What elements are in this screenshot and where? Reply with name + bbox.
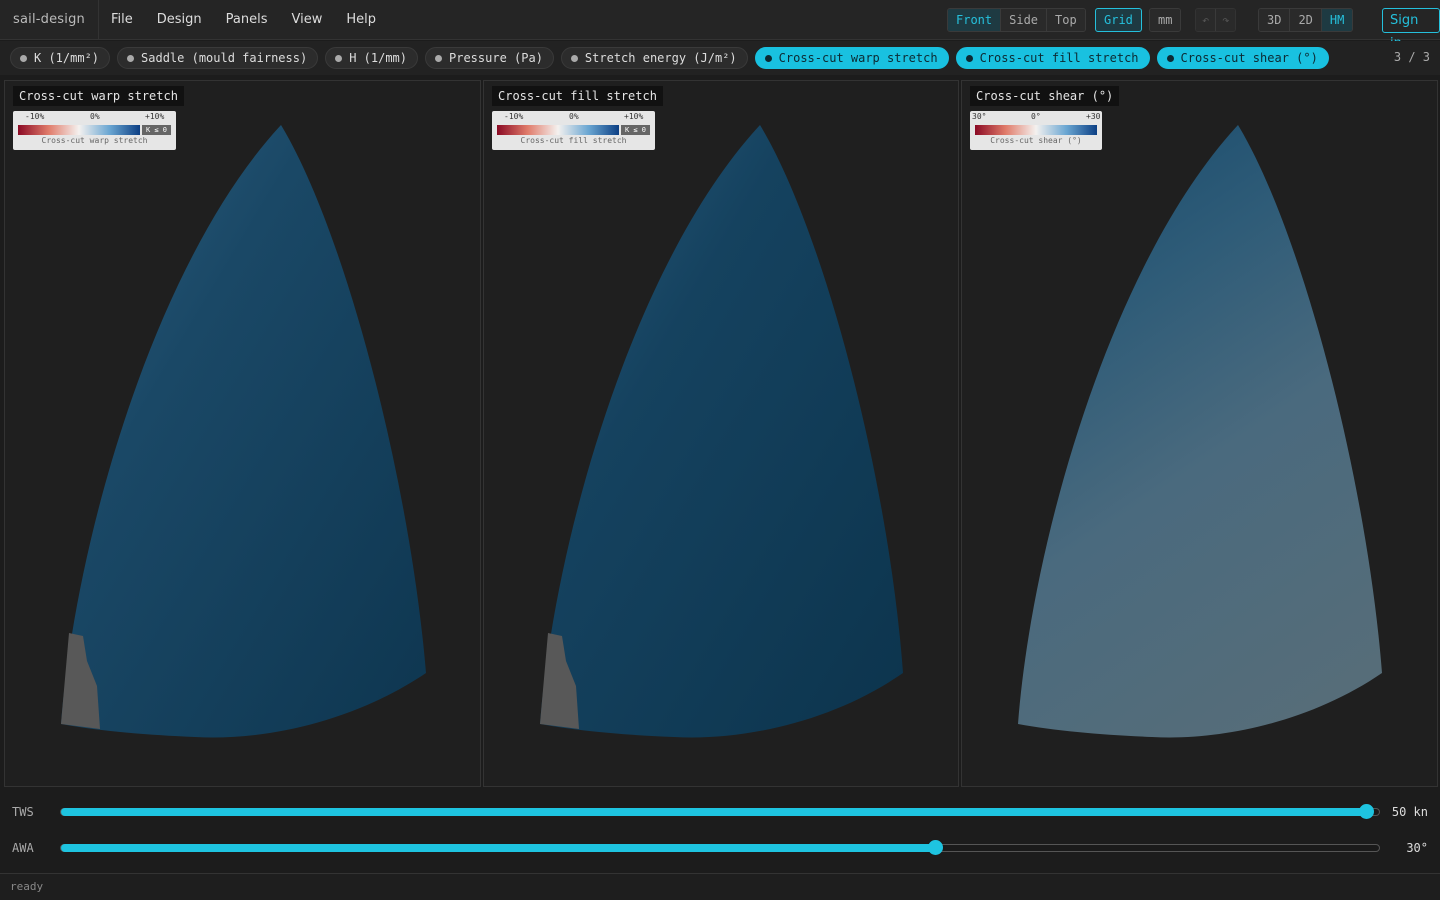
wind-controls: TWS 50 kn AWA 30° xyxy=(0,795,1440,872)
chip-dot-icon xyxy=(127,54,135,62)
awa-slider-fill xyxy=(61,844,935,852)
legend-caption: Cross-cut shear (°) xyxy=(990,136,1082,145)
legend-max: +10% xyxy=(145,112,165,121)
awa-label: AWA xyxy=(12,841,34,855)
tws-slider-row: TWS 50 kn xyxy=(0,803,1440,823)
chip-dot-icon xyxy=(335,54,343,62)
chip-label: Stretch energy (J/m²) xyxy=(584,51,737,65)
awa-value: 30° xyxy=(1406,841,1428,855)
chip-dot-icon xyxy=(570,54,578,62)
panel-title: Cross-cut fill stretch xyxy=(492,86,663,106)
awa-slider-thumb[interactable] xyxy=(927,840,943,855)
chip-saddle[interactable]: Saddle (mould fairness) xyxy=(117,47,319,69)
view-side-button[interactable]: Side xyxy=(1001,9,1048,31)
grid-toggle[interactable]: Grid xyxy=(1095,8,1142,32)
legend-mid: 0° xyxy=(1031,112,1041,121)
tws-slider[interactable] xyxy=(60,804,1380,819)
chip-k[interactable]: K (1/mm²) xyxy=(10,47,111,69)
chip-pressure[interactable]: Pressure (Pa) xyxy=(425,47,554,69)
color-legend: -10% 0% +10% K ≤ 0 Cross-cut warp stretc… xyxy=(13,111,176,150)
legend-mid: 0% xyxy=(90,112,100,121)
chip-label: Cross-cut shear (°) xyxy=(1180,51,1318,65)
chip-label: Pressure (Pa) xyxy=(449,51,543,65)
tws-value: 50 kn xyxy=(1391,805,1428,819)
chip-label: Saddle (mould fairness) xyxy=(141,51,308,65)
view-front-button[interactable]: Front xyxy=(948,9,1002,31)
tws-slider-thumb[interactable] xyxy=(1358,804,1374,819)
chip-dot-icon xyxy=(965,54,973,62)
chip-dot-icon xyxy=(764,54,772,62)
panel-title: Cross-cut warp stretch xyxy=(13,86,184,106)
chip-dot-icon xyxy=(1166,54,1174,62)
sail-warp-stretch-map[interactable] xyxy=(5,81,482,788)
status-bar: ready xyxy=(0,873,1440,900)
menu-help[interactable]: Help xyxy=(334,12,388,27)
legend-caption: Cross-cut fill stretch xyxy=(520,136,627,145)
legend-caption: Cross-cut warp stretch xyxy=(41,136,148,145)
color-legend: -10% 0% +10% K ≤ 0 Cross-cut fill stretc… xyxy=(492,111,655,150)
tws-label: TWS xyxy=(12,805,34,819)
mode-3d-button[interactable]: 3D xyxy=(1259,9,1291,31)
chip-dot-icon xyxy=(20,54,27,62)
sail-fill-stretch-map[interactable] xyxy=(484,81,960,788)
mode-selector: 3D 2D HM xyxy=(1258,8,1354,32)
layer-chip-bar: K (1/mm²) Saddle (mould fairness) H (1/m… xyxy=(0,41,1440,75)
heatmap-panel-fill: Cross-cut fill stretch -10% 0% +10% K ≤ … xyxy=(483,80,959,787)
color-legend: 30° 0° +30 Cross-cut shear (°) xyxy=(970,111,1102,150)
redo-icon[interactable]: ↷ xyxy=(1216,9,1236,31)
awa-slider-row: AWA 30° xyxy=(0,839,1440,859)
chip-label: Cross-cut warp stretch xyxy=(778,51,938,65)
chip-dot-icon xyxy=(435,54,442,62)
heatmap-panel-warp: Cross-cut warp stretch -10% 0% +10% K ≤ … xyxy=(4,80,481,787)
legend-min: -10% xyxy=(504,112,524,121)
sail-surface xyxy=(540,125,903,738)
chip-shear[interactable]: Cross-cut shear (°) xyxy=(1156,47,1329,69)
mode-2d-button[interactable]: 2D xyxy=(1290,9,1322,31)
chip-h[interactable]: H (1/mm) xyxy=(325,47,418,69)
menu-view[interactable]: View xyxy=(279,12,334,27)
heatmap-panel-shear: Cross-cut shear (°) 30° 0° +30 Cross-cut… xyxy=(961,80,1438,787)
menu-design[interactable]: Design xyxy=(145,12,214,27)
panel-title: Cross-cut shear (°) xyxy=(970,86,1120,106)
sail-surface xyxy=(61,125,426,738)
status-text: ready xyxy=(10,880,44,893)
legend-tag: K ≤ 0 xyxy=(621,125,650,135)
page-count: 3 / 3 xyxy=(1393,50,1430,64)
legend-min: 30° xyxy=(972,112,987,121)
chip-label: K (1/mm²) xyxy=(34,51,100,65)
legend-tag: K ≤ 0 xyxy=(142,125,171,135)
view-top-button[interactable]: Top xyxy=(1047,9,1085,31)
mode-hm-button[interactable]: HM xyxy=(1321,9,1353,31)
legend-min: -10% xyxy=(25,112,45,121)
legend-max: +10% xyxy=(624,112,644,121)
chip-label: H (1/mm) xyxy=(349,51,407,65)
menu-file[interactable]: File xyxy=(99,12,145,27)
chip-fill-stretch[interactable]: Cross-cut fill stretch xyxy=(955,47,1150,69)
sign-in-button[interactable]: Sign in xyxy=(1382,8,1440,51)
chip-stretch-energy[interactable]: Stretch energy (J/m²) xyxy=(560,47,748,69)
menu-panels[interactable]: Panels xyxy=(214,12,280,27)
legend-max: +30 xyxy=(1086,112,1101,121)
app-brand: sail-design xyxy=(0,0,99,40)
legend-mid: 0% xyxy=(569,112,579,121)
units-button[interactable]: mm xyxy=(1150,9,1181,31)
chip-warp-stretch[interactable]: Cross-cut warp stretch xyxy=(754,47,949,69)
sail-surface xyxy=(1018,125,1382,738)
chip-label: Cross-cut fill stretch xyxy=(979,51,1139,65)
units-group: mm xyxy=(1149,8,1182,32)
undo-icon[interactable]: ↶ xyxy=(1196,9,1217,31)
history-group: ↶ ↷ xyxy=(1195,8,1237,32)
awa-slider[interactable] xyxy=(60,840,1380,855)
legend-color-bar xyxy=(18,125,140,135)
legend-color-bar xyxy=(497,125,619,135)
view-selector: Front Side Top xyxy=(947,8,1086,32)
legend-color-bar xyxy=(975,125,1097,135)
sail-shear-map[interactable] xyxy=(962,81,1439,788)
tws-slider-fill xyxy=(61,808,1366,816)
